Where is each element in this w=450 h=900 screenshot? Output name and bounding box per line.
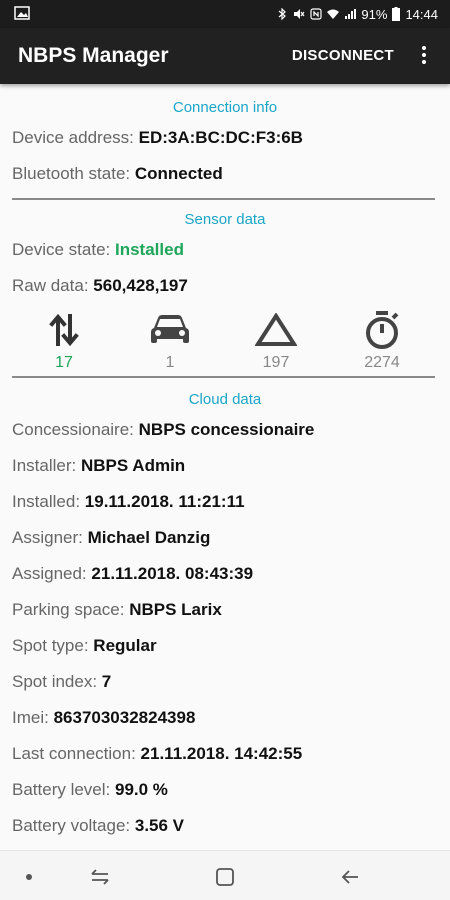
cloud-data-row: Installed: 19.11.2018. 11:21:11: [0, 484, 450, 520]
row-label: Parking space:: [12, 600, 125, 619]
signal-icon: [345, 9, 357, 19]
connection-info-title: Connection info: [172, 99, 278, 116]
cloud-data-row: Concessionaire: NBPS concessionaire: [0, 412, 450, 448]
row-value: NBPS concessionaire: [138, 420, 315, 439]
main-content[interactable]: Connection info Device address: ED:3A:BC…: [0, 84, 450, 850]
cloud-data-row: Installer: NBPS Admin: [0, 448, 450, 484]
navigation-bar: [0, 850, 450, 900]
sensor-metrics: 17 1 197 2274: [0, 304, 450, 376]
row-value: 863703032824398: [53, 708, 196, 727]
raw-data-row: Raw data: 560,428,197: [0, 268, 450, 304]
sensor-data-title: Sensor data: [184, 211, 266, 228]
cloud-data-row: Imei: 863703032824398: [0, 700, 450, 736]
cloud-data-title: Cloud data: [188, 391, 262, 408]
nav-dot-icon[interactable]: [17, 865, 41, 889]
row-value: 21.11.2018. 08:43:39: [91, 564, 254, 583]
row-label: Imei:: [12, 708, 49, 727]
metric-value: 197: [262, 354, 290, 371]
row-label: Battery level:: [12, 780, 111, 799]
row-label: Bluetooth state:: [12, 164, 131, 183]
row-label: Assigned:: [12, 564, 87, 583]
metric-cars: 1: [125, 304, 215, 374]
cloud-data-row: Assigned: 21.11.2018. 08:43:39: [0, 556, 450, 592]
row-value: 21.11.2018. 14:42:55: [140, 744, 303, 763]
home-icon[interactable]: [213, 865, 237, 889]
battery-icon: [392, 7, 401, 21]
row-label: Spot type:: [12, 636, 89, 655]
row-value: Connected: [134, 164, 223, 183]
car-icon: [151, 315, 189, 343]
metric-value: 1: [165, 354, 175, 371]
device-state-row: Device state: Installed: [0, 232, 450, 268]
recent-apps-icon[interactable]: [88, 865, 112, 889]
row-value: NBPS Admin: [80, 456, 186, 475]
row-value: ED:3A:BC:DC:F3:6B: [138, 128, 303, 147]
wifi-icon: [327, 9, 340, 19]
row-value: NBPS Larix: [129, 600, 222, 619]
cloud-data-row: Spot type: Regular: [0, 628, 450, 664]
divider: [12, 198, 435, 200]
stopwatch-icon: [366, 311, 399, 349]
battery-percent: 91%: [361, 6, 388, 22]
row-value: 7: [101, 672, 112, 691]
row-value: Installed: [115, 240, 184, 259]
cloud-data-list: Concessionaire: NBPS concessionaire Insta…: [0, 412, 450, 844]
row-label: Battery voltage:: [12, 816, 131, 835]
row-label: Spot index:: [12, 672, 98, 691]
row-value: 99.0 %: [115, 780, 168, 799]
row-value: 560,428,197: [93, 276, 188, 295]
app-title: NBPS Manager: [18, 44, 169, 67]
disconnect-button[interactable]: DISCONNECT: [292, 47, 394, 64]
swap-vertical-icon: [49, 313, 79, 347]
bluetooth-state-row: Bluetooth state: Connected: [0, 156, 450, 192]
row-label: Last connection:: [12, 744, 136, 763]
row-label: Installed:: [12, 492, 81, 511]
row-label: Raw data:: [12, 276, 89, 295]
nfc-icon: [310, 8, 323, 20]
row-value: 3.56 V: [134, 816, 185, 835]
status-bar: 91% 14:44: [0, 0, 450, 28]
triangle-icon: [255, 313, 297, 346]
overflow-menu-icon[interactable]: [412, 44, 436, 68]
row-value: Regular: [93, 636, 157, 655]
gallery-notification-icon: [14, 6, 30, 20]
row-value: 19.11.2018. 11:21:11: [84, 492, 245, 511]
bluetooth-icon: [279, 8, 287, 20]
mute-icon: [294, 9, 305, 19]
metric-transfers: 17: [19, 304, 109, 374]
row-label: Concessionaire:: [12, 420, 134, 439]
cloud-data-row: Spot index: 7: [0, 664, 450, 700]
back-icon[interactable]: [338, 865, 362, 889]
cloud-data-row: Parking space: NBPS Larix: [0, 592, 450, 628]
row-label: Device state:: [12, 240, 111, 259]
row-label: Assigner:: [12, 528, 83, 547]
cloud-data-row: Last connection: 21.11.2018. 14:42:55: [0, 736, 450, 772]
metric-triangle: 197: [231, 304, 321, 374]
device-address-row: Device address: ED:3A:BC:DC:F3:6B: [0, 120, 450, 156]
app-bar: NBPS Manager DISCONNECT: [0, 28, 450, 84]
row-value: Michael Danzig: [87, 528, 211, 547]
metric-value: 17: [55, 354, 73, 371]
clock: 14:44: [405, 6, 438, 22]
row-label: Installer:: [12, 456, 77, 475]
metric-value: 2274: [364, 354, 400, 371]
cloud-data-row: Battery voltage: 3.56 V: [0, 808, 450, 844]
divider: [12, 376, 435, 378]
metric-timer: 2274: [337, 304, 427, 374]
row-label: Device address:: [12, 128, 134, 147]
cloud-data-row: Assigner: Michael Danzig: [0, 520, 450, 556]
cloud-data-row: Battery level: 99.0 %: [0, 772, 450, 808]
